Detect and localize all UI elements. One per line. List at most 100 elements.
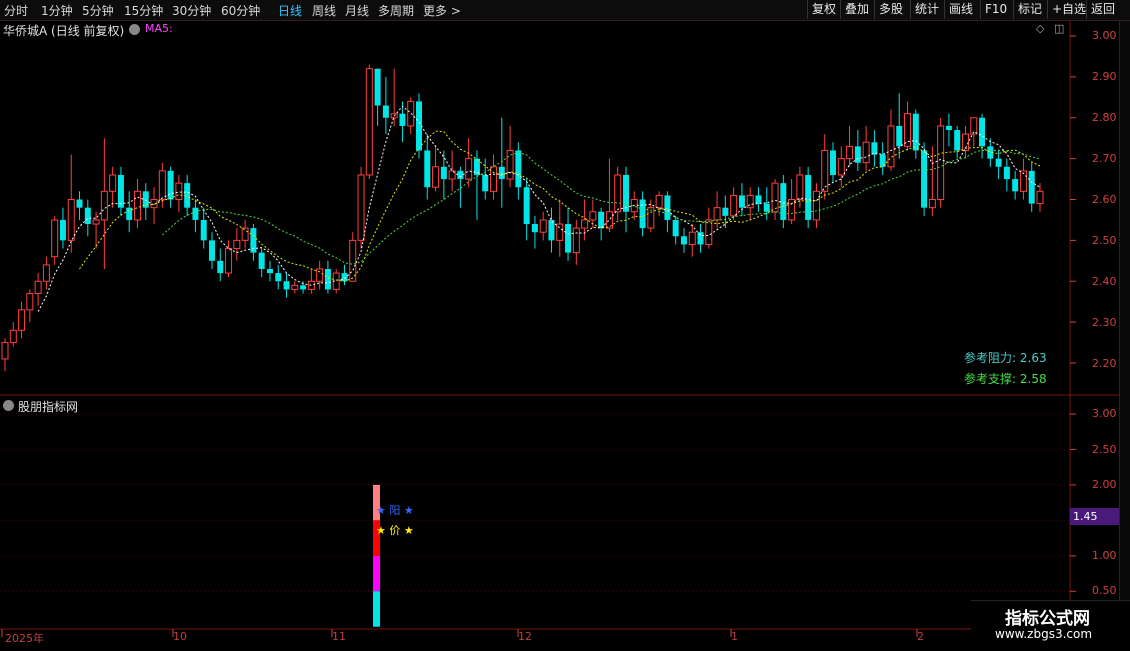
star-label-price: ★ 价 ★ (376, 524, 414, 537)
indicator-settings-icon[interactable] (3, 400, 14, 411)
ma-settings-icon[interactable] (129, 24, 140, 35)
period-more[interactable]: 更多 > (423, 2, 461, 19)
candle-body-up (175, 182, 183, 200)
watermark-url: www.zbgs3.com (995, 627, 1093, 641)
ma5-label: MA5: (145, 22, 173, 35)
candle-body-down (830, 150, 836, 175)
candle-body-down (258, 252, 265, 269)
candle-body-up (407, 100, 415, 127)
candle-body-up (655, 194, 663, 209)
x-label-nov: 11 (332, 630, 346, 643)
candle-body-up (572, 227, 580, 254)
candle-body-up (705, 219, 713, 245)
candle-body-down (755, 195, 762, 204)
y-tick: 2.30 (1092, 316, 1117, 329)
period-1min[interactable]: 1分钟 (41, 2, 73, 19)
period-60min[interactable]: 60分钟 (221, 2, 260, 19)
period-multi[interactable]: 多周期 (378, 2, 414, 19)
period-15min[interactable]: 15分钟 (124, 2, 163, 19)
y-tick: 2.80 (1092, 111, 1117, 124)
back-button[interactable]: 返回 (1086, 0, 1119, 19)
period-toolbar: 分时 1分钟 5分钟 15分钟 30分钟 60分钟 日线 周线 月线 多周期 更… (0, 0, 1130, 21)
period-daily[interactable]: 日线 (278, 2, 302, 19)
candle-body-down (722, 207, 729, 216)
candle-body-down (59, 219, 66, 241)
candle-body-down (912, 113, 919, 151)
x-label-feb: 2 (917, 630, 924, 643)
candle-body-down (763, 203, 770, 212)
y-tick: 2.20 (1092, 357, 1117, 370)
candle-body-down (664, 195, 671, 220)
candle-body-up (730, 194, 738, 217)
candle-body-down (871, 142, 878, 155)
candle-body-up (109, 174, 117, 192)
candle-body-down (399, 113, 406, 126)
candle-body-up (133, 190, 141, 221)
candle-body-down (995, 158, 1002, 167)
resistance-value: 2.63 (1019, 351, 1047, 365)
x-label-jan: 1 (731, 630, 738, 643)
candle-body-up (887, 125, 895, 168)
candle-body-up (34, 280, 42, 295)
candle-body-down (523, 187, 530, 225)
candle-body-up (928, 199, 936, 209)
period-intraday[interactable]: 分时 (4, 2, 28, 19)
ind-y-tick: 2.00 (1092, 478, 1117, 491)
candle-body-down (266, 268, 273, 274)
candle-body-down (209, 240, 215, 261)
overlay-button[interactable]: 叠加 (840, 0, 873, 19)
candle-body-up (862, 141, 870, 164)
candle-body-up (713, 207, 721, 221)
candle-body-down (374, 68, 381, 106)
indicator-title: 股朋指标网 (18, 400, 79, 414)
support-value: 2.58 (1019, 372, 1047, 386)
period-monthly[interactable]: 月线 (345, 2, 369, 19)
y-tick: 2.90 (1092, 70, 1117, 83)
candle-body-up (846, 145, 854, 160)
draw-line-button[interactable]: 画线 (944, 0, 977, 19)
period-weekly[interactable]: 周线 (312, 2, 336, 19)
kline-chart[interactable] (0, 21, 1119, 650)
stock-title: 华侨城A (日线 前复权) (3, 24, 125, 38)
candle-body-down (515, 150, 522, 188)
indicator-bar-segment (373, 555, 380, 592)
diamond-icon[interactable]: ◇ (1036, 22, 1044, 35)
candle-body-up (746, 194, 754, 209)
y-tick: 2.50 (1092, 234, 1117, 247)
y-tick: 3.00 (1092, 29, 1117, 42)
candle-body-up (67, 199, 75, 241)
candle-body-down (192, 207, 199, 220)
candle-body-up (937, 125, 945, 200)
candle-body-up (796, 174, 804, 201)
candle-body-down (672, 219, 679, 237)
panel-toggle-icon[interactable]: ◫ (1054, 22, 1064, 35)
y-tick: 2.40 (1092, 275, 1117, 288)
candle-body-up (100, 190, 108, 221)
candle-body-down (1028, 170, 1035, 204)
candle-body-down (457, 170, 464, 180)
candle-body-down (482, 174, 489, 192)
candle-body-down (283, 281, 290, 290)
f10-button[interactable]: F10 (980, 0, 1011, 19)
cursor-value-box: 1.45 (1070, 508, 1119, 525)
support-label: 参考支撑: 2.58 (964, 372, 1047, 386)
candle-body-up (42, 264, 50, 282)
statistics-button[interactable]: 统计 (910, 0, 943, 19)
x-label-year: 2025年 (5, 632, 44, 645)
multi-stock-button[interactable]: 多股 (874, 0, 907, 19)
candle-body-up (688, 231, 696, 245)
side-panel-edge (1119, 21, 1130, 650)
candle-body-down (1012, 179, 1019, 192)
add-favorite-button[interactable]: +自选 (1047, 0, 1090, 19)
mark-button[interactable]: 标记 (1013, 0, 1046, 19)
candle-body-up (158, 170, 166, 200)
restore-rights-button[interactable]: 复权 (807, 0, 840, 19)
candle-body-up (556, 223, 564, 241)
candle-body-up (465, 158, 473, 180)
candle-body-down (805, 174, 812, 220)
period-30min[interactable]: 30分钟 (172, 2, 211, 19)
period-5min[interactable]: 5分钟 (82, 2, 114, 19)
candle-body-down (424, 150, 431, 188)
ind-y-tick: 1.00 (1092, 549, 1117, 562)
candle-body-down (738, 195, 745, 208)
